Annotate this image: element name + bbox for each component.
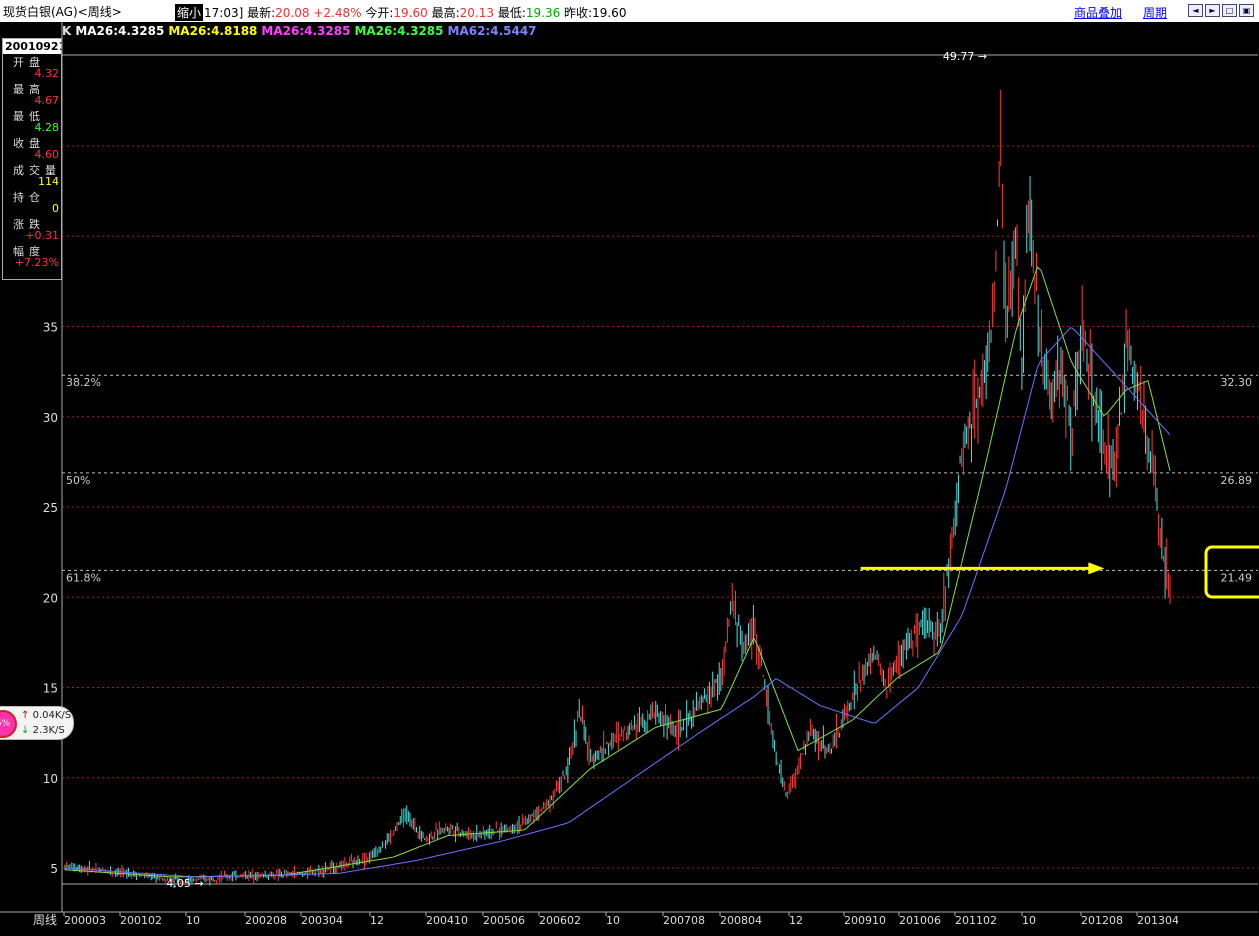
x-tick-label: 201102: [955, 914, 997, 927]
x-tick-label: 10: [186, 914, 200, 927]
prevclose-label: 昨收:: [564, 6, 593, 20]
info-date: 20010921: [3, 39, 67, 54]
window-title: 现货白银(AG)<周线>: [3, 5, 122, 19]
ma-legend-item: K: [62, 24, 72, 38]
info-value: 4.60: [34, 148, 60, 161]
x-tick-label: 200304: [301, 914, 343, 927]
y-tick-label: 20: [43, 591, 58, 605]
x-tick-label: 200602: [539, 914, 581, 927]
ma-short-line: [64, 266, 1171, 878]
back-icon[interactable]: ◄: [1188, 4, 1203, 17]
info-value: 4.32: [34, 67, 60, 80]
ma-legend: K MA26:4.3285 MA26:4.8188 MA26:4.3285 MA26:4…: [62, 24, 541, 38]
ma-legend-item: MA62:4.5447: [447, 24, 537, 38]
high-label: 最高:: [431, 6, 460, 20]
fib-value-label: 21.49: [1221, 571, 1253, 584]
open-value: 19.60: [393, 6, 428, 20]
forward-icon[interactable]: ►: [1205, 4, 1220, 17]
x-tick-label: 201006: [899, 914, 941, 927]
ma-legend-item: MA26:4.3285: [261, 24, 351, 38]
overlay-link[interactable]: 商品叠加: [1074, 4, 1122, 21]
upload-speed: ↑ 0.04K/S: [21, 710, 72, 721]
download-speed: ↓ 2.3K/S: [21, 725, 65, 736]
maximize-icon[interactable]: □: [1222, 4, 1237, 17]
fib-value-label: 32.30: [1221, 376, 1253, 389]
open-label: 今开:: [365, 6, 394, 20]
info-label: 收盘: [13, 137, 45, 150]
info-label: 最低: [13, 110, 45, 123]
high-value: 20.13: [459, 6, 494, 20]
info-label: 涨跌: [13, 218, 45, 231]
ma-long-line: [64, 326, 1171, 878]
shrink-button[interactable]: 缩小: [175, 4, 204, 21]
fib-label: 50%: [66, 474, 90, 487]
ma-legend-item: MA26:4.3285: [75, 24, 165, 38]
x-tick-label: 200804: [720, 914, 762, 927]
x-tick-label: 200708: [663, 914, 705, 927]
ma-legend-item: MA26:4.3285: [354, 24, 444, 38]
info-value: 4.67: [34, 94, 60, 107]
highlight-box: [1204, 545, 1259, 599]
info-label: 开盘: [13, 56, 45, 69]
fib-label: 38.2%: [66, 376, 101, 389]
info-value: 114: [38, 175, 59, 188]
info-label: 持仓: [13, 191, 45, 204]
info-panel: 20010921 开盘 4.32 最高 4.67 最低 4.28 收盘 4.60 成交量 114 持…: [2, 38, 67, 280]
x-tick-label: 10: [606, 914, 620, 927]
x-tick-label: 201208: [1081, 914, 1123, 927]
change-value: +2.48%: [313, 6, 362, 20]
low-label: 最低:: [497, 6, 526, 20]
x-tick-label: 200506: [483, 914, 525, 927]
fib-value-label: 26.89: [1221, 474, 1253, 487]
low-value: 19.36: [525, 6, 561, 20]
y-tick-label: 30: [43, 411, 58, 425]
info-label: 幅度: [13, 245, 45, 258]
net-percent: 5%: [0, 710, 17, 738]
min-price-label: 4.05 →: [166, 877, 203, 890]
info-value: 4.28: [34, 121, 60, 134]
info-value: 0: [52, 202, 59, 215]
network-widget: 5% ↑ 0.04K/S ↓ 2.3K/S: [0, 706, 74, 740]
fib-label: 61.8%: [66, 571, 101, 584]
info-label: 最高: [13, 83, 45, 96]
max-price-label: 49.77 →: [943, 50, 987, 63]
latest-value: 20.08: [275, 6, 310, 20]
period-label: 周线: [33, 913, 57, 927]
period-link[interactable]: 周期: [1143, 4, 1167, 21]
title-bar: 现货白银(AG)<周线> 缩小 17:03] 最新:20.08 +2.48% 今…: [0, 0, 1259, 22]
y-tick-label: 35: [43, 321, 58, 335]
x-tick-label: 10: [1022, 914, 1036, 927]
y-tick-label: 5: [50, 862, 58, 876]
y-tick-label: 10: [43, 772, 58, 786]
x-tick-label: 200102: [120, 914, 162, 927]
y-tick-label: 25: [43, 501, 58, 515]
info-label: 成交量: [13, 164, 61, 177]
x-tick-label: 200910: [844, 914, 886, 927]
ma-legend-item: MA26:4.8188: [168, 24, 258, 38]
y-tick-label: 15: [43, 682, 58, 696]
x-tick-label: 201304: [1137, 914, 1179, 927]
prevclose-value: 19.60: [592, 6, 627, 20]
x-tick-label: 12: [789, 914, 803, 927]
info-value: +7.23%: [14, 256, 59, 269]
quote-strip: 17:03] 最新:20.08 +2.48% 今开:19.60 最高:20.13…: [204, 4, 626, 21]
latest-label: 最新:: [247, 6, 276, 20]
x-tick-label: 200003: [64, 914, 106, 927]
x-tick-label: 12: [370, 914, 384, 927]
price-chart[interactable]: 5 10 15 20 25 30 35 38.2% 32.30 50% 26.89 61.8% 21.4…: [0, 0, 1259, 936]
info-value: +0.31: [25, 229, 59, 242]
yellow-arrow-head: [1088, 562, 1105, 575]
x-tick-label: 200208: [245, 914, 287, 927]
restore-icon[interactable]: ▣: [1239, 4, 1254, 17]
quote-time: 17:03]: [204, 6, 244, 20]
x-tick-label: 200410: [426, 914, 468, 927]
